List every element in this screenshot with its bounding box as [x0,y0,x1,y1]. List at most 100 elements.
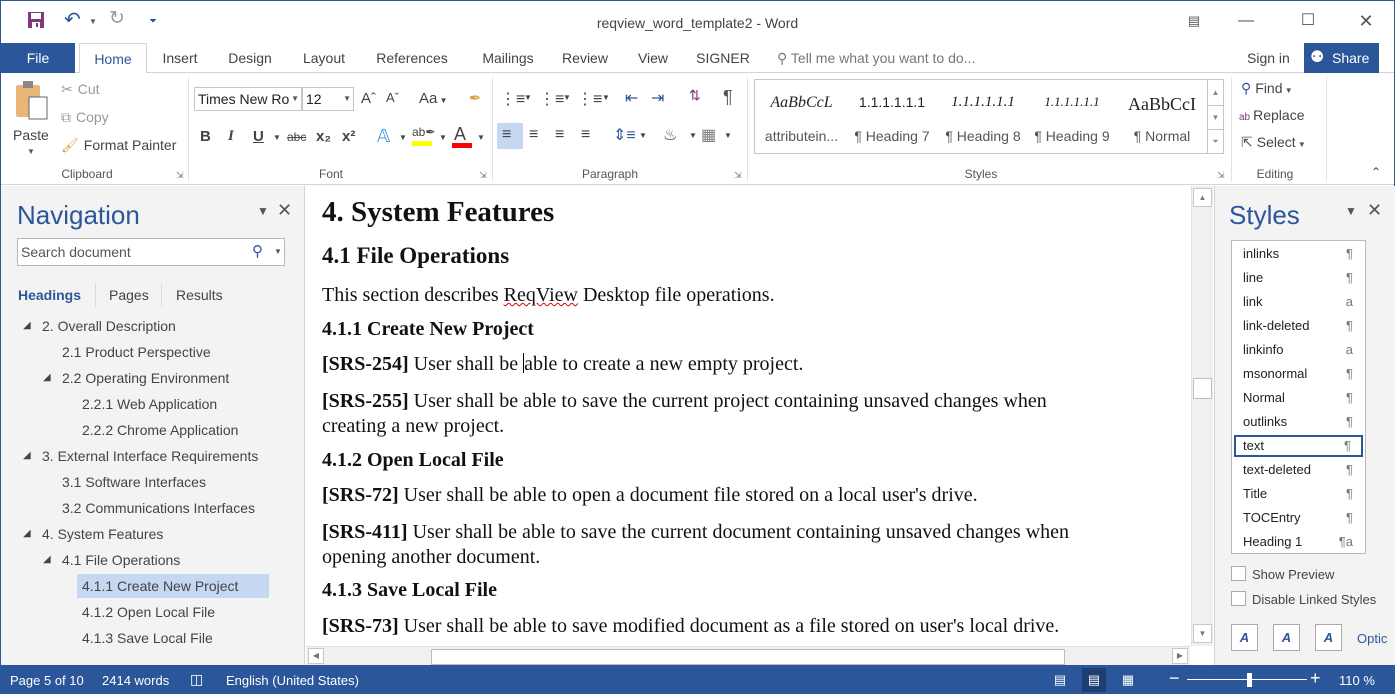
shading-icon[interactable]: ♨ [663,125,677,145]
strikethrough-button[interactable]: abc [287,130,306,144]
style-list-item[interactable]: Title ¶ [1234,483,1363,505]
horizontal-scrollbar[interactable]: ◀ ▶ [306,646,1190,665]
print-layout-icon[interactable]: ▤ [1082,668,1106,692]
italic-button[interactable]: I [228,128,234,145]
collapse-triangle-icon[interactable]: ◢ [43,372,51,383]
style-list-item[interactable]: linkinfo a [1234,339,1363,361]
nav-heading-item[interactable]: 3.1 Software Interfaces [62,470,206,494]
web-layout-icon[interactable]: ▦ [1116,668,1140,692]
nav-heading-item[interactable]: 4.1.1 Create New Project [77,574,269,598]
style-list-item[interactable]: link a [1234,291,1363,313]
borders-icon[interactable]: ▦ [701,125,716,145]
nav-heading-item[interactable]: 2.2.2 Chrome Application [82,418,238,442]
nav-tab-headings[interactable]: Headings [18,287,81,303]
style-list-item[interactable]: TOCEntry ¶ [1234,507,1363,529]
tab-view[interactable]: View [631,43,675,73]
replace-button[interactable]: ab Replace [1239,107,1305,123]
nav-heading-item[interactable]: 4.1.3 Save Local File [82,626,213,650]
style-gallery-item[interactable]: AaBbCcI ¶ Normal [1117,80,1207,153]
search-document-input[interactable]: Search document ⚲ ▼ [17,238,285,266]
collapse-ribbon-icon[interactable]: ⌃ [1371,165,1381,179]
tab-review[interactable]: Review [555,43,615,73]
close-pane-icon[interactable]: ✕ [277,200,292,221]
font-color-dropdown-icon[interactable]: ▼ [477,133,485,142]
cut-button[interactable]: ✂ Cut [61,81,100,98]
document-page[interactable]: 4. System Features 4.1 File Operations T… [306,186,1190,646]
style-list-item[interactable]: Normal ¶ [1234,387,1363,409]
ribbon-display-options-icon[interactable]: ▤ [1179,9,1209,33]
close-icon[interactable]: ✕ [1351,9,1381,33]
zoom-slider-thumb[interactable] [1246,673,1252,687]
tab-insert[interactable]: Insert [151,43,209,73]
sign-in-link[interactable]: Sign in [1247,43,1290,73]
disable-linked-styles-checkbox[interactable] [1231,591,1246,606]
highlight-dropdown-icon[interactable]: ▼ [439,133,447,142]
clipboard-launcher-icon[interactable]: ⇲ [176,170,184,181]
horizontal-scroll-thumb[interactable] [431,649,1065,665]
tab-references[interactable]: References [367,43,457,73]
bullets-dropdown-icon[interactable]: ▼ [524,93,532,102]
tab-layout[interactable]: Layout [293,43,355,73]
scroll-up-icon[interactable]: ▲ [1193,188,1212,207]
select-button[interactable]: ⇱ Select ▼ [1241,134,1306,151]
vertical-scrollbar[interactable]: ▲ ▼ [1191,186,1213,646]
manage-styles-icon[interactable]: A [1315,624,1342,651]
font-launcher-icon[interactable]: ⇲ [479,170,487,181]
share-button[interactable]: ⚉ Share [1304,43,1379,73]
numbering-icon[interactable]: ⋮≡ [539,89,564,109]
style-list-item[interactable]: outlinks ¶ [1234,411,1363,433]
tab-home[interactable]: Home [79,43,147,74]
line-spacing-icon[interactable]: ⇕≡ [613,125,636,145]
align-right-icon[interactable]: ≡ [555,126,564,144]
gallery-more-icon[interactable]: ⏷ [1207,129,1223,153]
minimize-icon[interactable]: — [1231,9,1261,33]
collapse-triangle-icon[interactable]: ◢ [23,450,31,461]
change-case-button[interactable]: Aa ▼ [419,90,448,107]
show-preview-checkbox[interactable] [1231,566,1246,581]
style-list-item[interactable]: msonormal ¶ [1234,363,1363,385]
nav-heading-item[interactable]: 3. External Interface Requirements [42,444,258,468]
bold-button[interactable]: B [200,128,211,145]
vertical-scroll-thumb[interactable] [1193,378,1212,399]
multilevel-list-icon[interactable]: ⋮≡ [577,89,602,109]
search-options-icon[interactable]: ▼ [274,239,282,265]
grow-font-icon[interactable]: Aˆ [361,90,376,107]
tab-signer[interactable]: SIGNER [691,43,755,73]
read-mode-icon[interactable]: ▤ [1048,668,1072,692]
underline-dropdown-icon[interactable]: ▼ [273,133,281,142]
style-list-item[interactable]: link-deleted ¶ [1234,315,1363,337]
highlight-icon[interactable]: ab✒ [412,125,435,139]
maximize-icon[interactable]: ☐ [1293,9,1323,33]
subscript-button[interactable]: x₂ [316,128,331,145]
superscript-button[interactable]: x² [342,128,355,145]
nav-heading-item[interactable]: 4. System Features [42,522,163,546]
proofing-icon[interactable]: ◫ [190,671,203,688]
multilevel-dropdown-icon[interactable]: ▼ [602,93,610,102]
collapse-triangle-icon[interactable]: ◢ [23,320,31,331]
pane-options-icon[interactable]: ▼ [257,204,269,218]
increase-indent-icon[interactable]: ⇥ [651,88,664,108]
new-style-icon[interactable]: A [1231,624,1258,651]
nav-heading-item[interactable]: 2.2 Operating Environment [62,366,229,390]
nav-heading-item[interactable]: 4.1.2 Open Local File [82,600,215,624]
shading-dropdown-icon[interactable]: ▼ [689,131,697,140]
zoom-level[interactable]: 110 % [1339,673,1375,688]
language[interactable]: English (United States) [226,673,359,688]
nav-heading-item[interactable]: 2.2.1 Web Application [82,392,217,416]
styles-launcher-icon[interactable]: ⇲ [1217,170,1225,181]
nav-heading-item[interactable]: 3.2 Communications Interfaces [62,496,255,520]
copy-button[interactable]: ⧉ Copy [61,109,109,126]
style-list-item[interactable]: line ¶ [1234,267,1363,289]
tab-file[interactable]: File [1,43,75,73]
misspelled-word[interactable]: ReqView [504,284,578,306]
underline-button[interactable]: U [253,128,264,145]
tell-me-search[interactable]: ⚲ Tell me what you want to do... [777,43,975,73]
gallery-scroll-up-icon[interactable]: ▲ [1207,80,1223,105]
font-color-icon[interactable]: A [454,124,466,145]
search-icon[interactable]: ⚲ [252,239,263,265]
show-formatting-icon[interactable]: ¶ [723,87,733,108]
word-count[interactable]: 2414 words [102,673,169,688]
scroll-right-icon[interactable]: ▶ [1172,648,1188,664]
nav-heading-item[interactable]: 4.1 File Operations [62,548,180,572]
nav-heading-item[interactable]: 2. Overall Description [42,314,176,338]
